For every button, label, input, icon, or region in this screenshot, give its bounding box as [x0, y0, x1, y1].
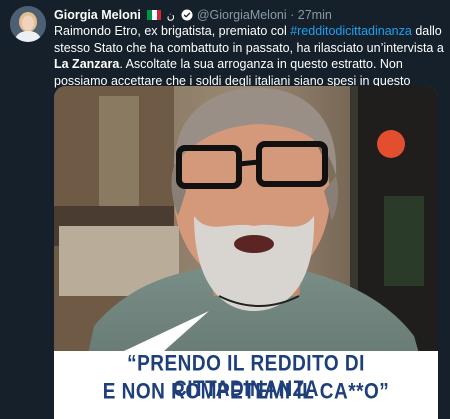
tweet-bold-text: La Zanzara	[54, 57, 120, 71]
media-caption: “PRENDO IL REDDITO DI CITTADINANZA E NON…	[54, 345, 438, 419]
caption-line-2: E NON ROMPETEMI IL CA**O”	[102, 379, 390, 405]
tweet-timestamp[interactable]: 27min	[298, 8, 332, 22]
tweet[interactable]: Giorgia Meloni ن @GiorgiaMeloni · 27min …	[0, 0, 450, 419]
separator-dot: ·	[290, 8, 295, 22]
italian-flag-icon	[147, 8, 162, 20]
tweet-media[interactable]: “PRENDO IL REDDITO DI CITTADINANZA E NON…	[54, 86, 438, 419]
verified-badge-icon	[181, 9, 193, 21]
avatar-image	[10, 6, 46, 42]
avatar[interactable]	[10, 6, 46, 42]
author-name-suffix: ن	[166, 10, 175, 22]
tweet-text-part1: Raimondo Etro, ex brigatista, premiato c…	[54, 24, 291, 38]
hashtag-link[interactable]: #redditodicittadinanza	[290, 24, 412, 38]
author-handle[interactable]: @GiorgiaMeloni	[197, 8, 287, 22]
author-name[interactable]: Giorgia Meloni	[54, 8, 141, 22]
tweet-header: Giorgia Meloni ن @GiorgiaMeloni · 27min	[54, 7, 442, 23]
